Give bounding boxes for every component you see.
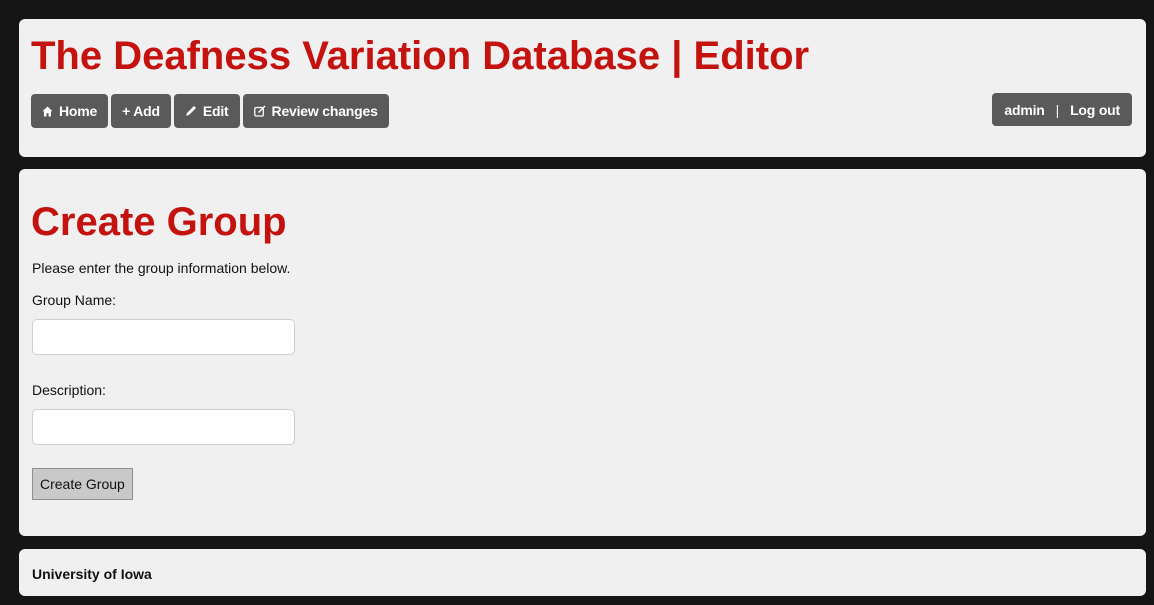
content-panel: Create Group Please enter the group info… <box>19 169 1146 536</box>
site-title: The Deafness Variation Database | Editor <box>31 34 810 78</box>
footer-text: University of Iowa <box>32 566 152 582</box>
logout-link[interactable]: Log out <box>1070 102 1120 118</box>
description-input[interactable] <box>32 409 295 445</box>
nav-add-button[interactable]: + Add <box>111 94 171 128</box>
main-nav: Home + Add Edit Review changes <box>31 94 389 128</box>
header-panel: The Deafness Variation Database | Editor… <box>19 19 1146 157</box>
footer-panel: University of Iowa <box>19 549 1146 596</box>
nav-add-label: + Add <box>122 103 160 119</box>
pencil-icon <box>185 105 197 117</box>
group-name-input[interactable] <box>32 319 295 355</box>
group-name-label: Group Name: <box>32 292 117 308</box>
description-label: Description: <box>32 382 106 398</box>
nav-review-label: Review changes <box>271 103 378 119</box>
create-group-button[interactable]: Create Group <box>32 468 133 500</box>
nav-review-button[interactable]: Review changes <box>242 94 389 128</box>
page-title: Create Group <box>31 200 287 244</box>
user-menu-separator: | <box>1055 101 1060 118</box>
username-link[interactable]: admin <box>1004 102 1044 118</box>
home-icon <box>42 106 53 117</box>
nav-edit-label: Edit <box>202 103 229 119</box>
nav-edit-button[interactable]: Edit <box>173 94 240 128</box>
user-menu: admin | Log out <box>992 93 1132 126</box>
nav-home-label: Home <box>59 103 98 119</box>
nav-home-button[interactable]: Home <box>31 94 109 128</box>
intro-text: Please enter the group information below… <box>32 260 291 276</box>
review-icon <box>253 105 266 117</box>
